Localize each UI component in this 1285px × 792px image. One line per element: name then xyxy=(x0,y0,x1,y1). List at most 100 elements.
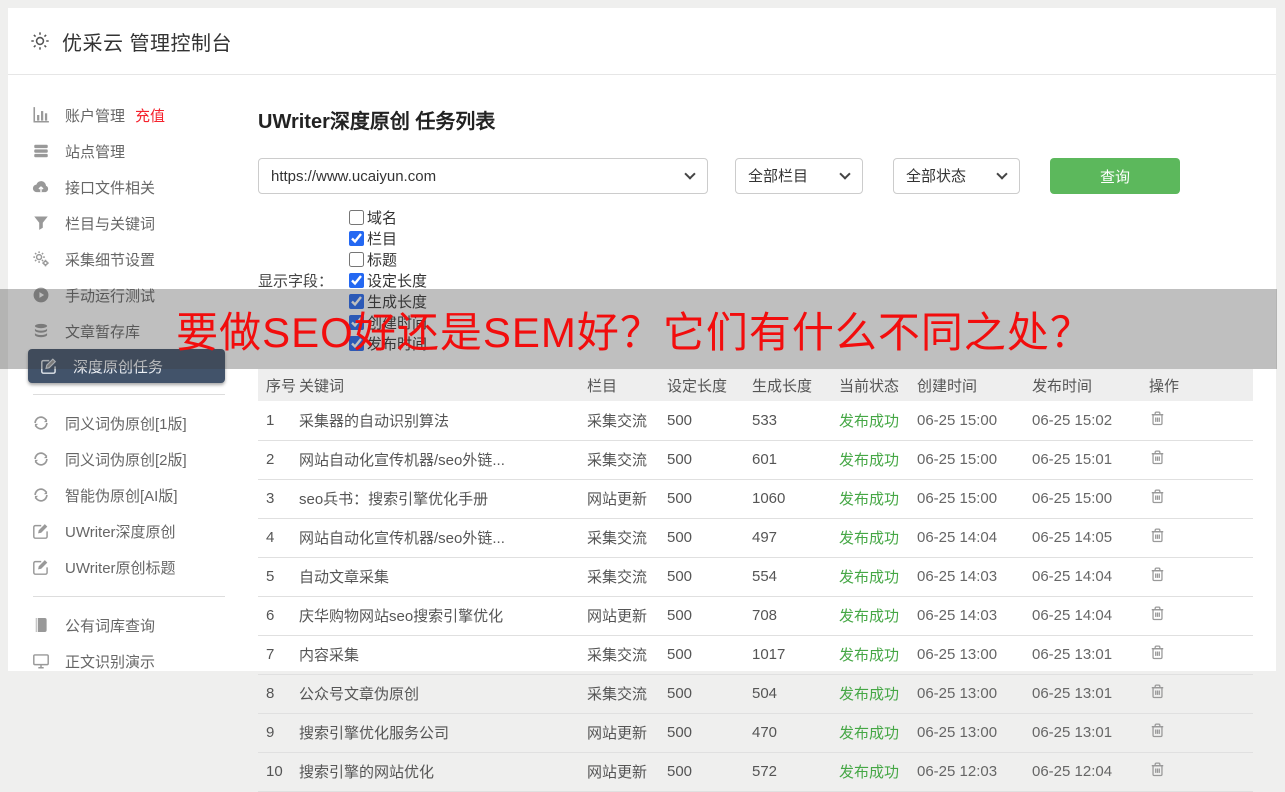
field-checkbox-item[interactable]: 标题 xyxy=(349,249,427,270)
table-cell-actions xyxy=(1145,401,1253,441)
sidebar-item[interactable]: 公有词库查询 xyxy=(8,607,250,643)
table-body: 1 采集器的自动识别算法 采集交流 500 533 发布成功 06-25 15:00 06-2… xyxy=(258,401,1253,792)
table-cell: 发布成功 xyxy=(835,557,913,597)
table-cell: 采集交流 xyxy=(583,635,663,675)
table-row: 4 网站自动化宣传机器/seo外链... 采集交流 500 497 发布成功 06-25 1… xyxy=(258,518,1253,558)
table-cell: 6 xyxy=(258,596,295,636)
table-header-cell: 发布时间 xyxy=(1028,369,1145,401)
status-select[interactable]: 全部状态 xyxy=(893,158,1020,194)
table-cell: 500 xyxy=(663,635,748,675)
table-cell: 采集交流 xyxy=(583,674,663,714)
field-checkbox-item[interactable]: 栏目 xyxy=(349,228,427,249)
field-checkbox[interactable] xyxy=(349,252,365,267)
site-select[interactable]: https://www.ucaiyun.com xyxy=(258,158,708,194)
delete-button[interactable] xyxy=(1149,761,1166,778)
delete-button[interactable] xyxy=(1149,566,1166,583)
overlay-banner-text: 要做SEO好还是SEM好？它们有什么不同之处？ xyxy=(176,308,1093,356)
query-button[interactable]: 查询 xyxy=(1050,158,1180,194)
table-cell: 06-25 15:02 xyxy=(1028,401,1145,441)
table-row: 6 庆华购物网站seo搜索引擎优化 网站更新 500 708 发布成功 06-25 14:0… xyxy=(258,596,1253,636)
edit-icon xyxy=(32,558,50,576)
field-checkbox-item[interactable]: 域名 xyxy=(349,207,427,228)
delete-button[interactable] xyxy=(1149,605,1166,622)
sidebar-item-label: UWriter深度原创 xyxy=(65,523,176,541)
sidebar-item-label: 接口文件相关 xyxy=(65,179,156,197)
table-cell: 06-25 14:04 xyxy=(1028,596,1145,636)
sidebar-item-label: UWriter原创标题 xyxy=(65,559,176,577)
server-icon xyxy=(32,142,50,160)
table-cell: 采集交流 xyxy=(583,557,663,597)
field-checkbox-item[interactable]: 设定长度 xyxy=(349,270,427,291)
table-cell-actions xyxy=(1145,518,1253,558)
trash-icon xyxy=(1149,722,1166,739)
table-header-cell: 关键词 xyxy=(295,369,583,401)
table-cell: 06-25 14:04 xyxy=(913,518,1028,558)
sidebar-item[interactable]: 账户管理 充值 xyxy=(8,97,250,133)
field-checkbox[interactable] xyxy=(349,231,365,246)
table-cell: 发布成功 xyxy=(835,596,913,636)
table-cell: 06-25 12:04 xyxy=(1028,752,1145,792)
filter-icon xyxy=(32,214,50,232)
sidebar-divider xyxy=(33,394,225,395)
table-cell: 搜索引擎的网站优化 xyxy=(295,752,583,792)
table-cell: 采集器的自动识别算法 xyxy=(295,401,583,441)
sidebar-item[interactable]: 接口文件相关 xyxy=(8,169,250,205)
sidebar-item[interactable]: 采集细节设置 xyxy=(8,241,250,277)
table-cell-actions xyxy=(1145,752,1253,792)
delete-button[interactable] xyxy=(1149,488,1166,505)
table-cell: 网站更新 xyxy=(583,596,663,636)
page-title: UWriter深度原创 任务列表 xyxy=(258,111,496,133)
table-cell: 采集交流 xyxy=(583,440,663,480)
table-header: 序号 关键词 栏目 设定长度 生成长度 当前状态 创建时间 发布时间 操作 xyxy=(258,369,1253,401)
table-header-cell: 创建时间 xyxy=(913,369,1028,401)
table-cell: 发布成功 xyxy=(835,713,913,753)
table-cell: 公众号文章伪原创 xyxy=(295,674,583,714)
sidebar-item[interactable]: 智能伪原创[AI版] xyxy=(8,477,250,513)
column-select[interactable]: 全部栏目 xyxy=(735,158,863,194)
sidebar-item[interactable]: UWriter原创标题 xyxy=(8,549,250,585)
sidebar-item[interactable]: 同义词伪原创[1版] xyxy=(8,405,250,441)
table-cell-actions xyxy=(1145,596,1253,636)
trash-icon xyxy=(1149,410,1166,427)
table-header-cell: 栏目 xyxy=(583,369,663,401)
field-checkbox-label: 域名 xyxy=(367,210,398,227)
table-cell: 708 xyxy=(748,596,835,636)
table-row: 2 网站自动化宣传机器/seo外链... 采集交流 500 601 发布成功 06-25 1… xyxy=(258,440,1253,480)
delete-button[interactable] xyxy=(1149,644,1166,661)
content-area: 账户管理 充值 站点管理 接口文件相关 栏目与关键词 采集细节设置 手动运行测试 文章暂存库深… xyxy=(8,75,1276,792)
sidebar-item-label: 公有词库查询 xyxy=(65,617,156,635)
field-checkbox[interactable] xyxy=(349,210,365,225)
table-cell: 500 xyxy=(663,479,748,519)
table-cell: 06-25 15:00 xyxy=(913,479,1028,519)
sidebar-item[interactable]: 站点管理 xyxy=(8,133,250,169)
table-cell-actions xyxy=(1145,713,1253,753)
table-cell: 572 xyxy=(748,752,835,792)
table-cell: 06-25 13:00 xyxy=(913,713,1028,753)
table-row: 5 自动文章采集 采集交流 500 554 发布成功 06-25 14:03 06-25 14… xyxy=(258,557,1253,597)
table-cell: 497 xyxy=(748,518,835,558)
sidebar-item[interactable]: 同义词伪原创[2版] xyxy=(8,441,250,477)
delete-button[interactable] xyxy=(1149,527,1166,544)
table-cell: 06-25 12:03 xyxy=(913,752,1028,792)
sidebar-item[interactable]: 正文识别演示 xyxy=(8,643,250,679)
sidebar-item-label: 正文识别演示 xyxy=(65,653,156,671)
table-cell: 网站更新 xyxy=(583,479,663,519)
book-icon xyxy=(32,616,50,634)
table-cell: 554 xyxy=(748,557,835,597)
delete-button[interactable] xyxy=(1149,449,1166,466)
table-cell: 06-25 13:00 xyxy=(913,674,1028,714)
table-cell: 5 xyxy=(258,557,295,597)
sidebar-divider xyxy=(33,596,225,597)
trash-icon xyxy=(1149,566,1166,583)
field-checkbox[interactable] xyxy=(349,273,365,288)
recharge-badge[interactable]: 充值 xyxy=(135,105,165,126)
delete-button[interactable] xyxy=(1149,683,1166,700)
sidebar-item[interactable]: 栏目与关键词 xyxy=(8,205,250,241)
sidebar-item[interactable]: UWriter深度原创 xyxy=(8,513,250,549)
delete-button[interactable] xyxy=(1149,410,1166,427)
table-header-cell: 操作 xyxy=(1145,369,1253,401)
gear-icon xyxy=(30,31,50,51)
table-cell: 搜索引擎优化服务公司 xyxy=(295,713,583,753)
sidebar: 账户管理 充值 站点管理 接口文件相关 栏目与关键词 采集细节设置 手动运行测试 文章暂存库深… xyxy=(8,75,250,671)
delete-button[interactable] xyxy=(1149,722,1166,739)
